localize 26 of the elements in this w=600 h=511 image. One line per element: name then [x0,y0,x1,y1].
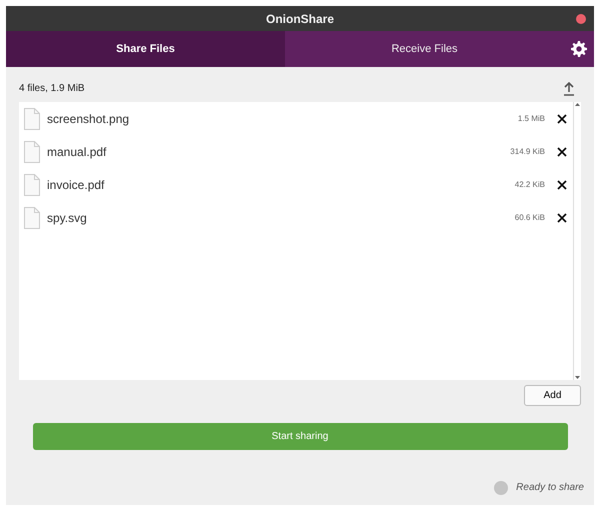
status-text: Ready to share [516,481,584,495]
window-title: OnionShare [266,10,334,28]
file-size: 314.9 KiB [510,146,545,158]
tab[interactable]: Share Files [6,31,285,67]
file-name: screenshot.png [47,110,130,128]
add-button[interactable]: Add [524,385,581,406]
tab[interactable]: Receive Files [285,31,564,67]
file-icon [23,172,41,196]
file-icon [23,106,41,130]
settings-button[interactable] [564,31,594,67]
scroll-down-icon[interactable] [574,374,581,380]
file-size: 1.5 MiB [518,112,545,124]
status-indicator-icon [494,480,508,494]
file-name: invoice.pdf [47,176,104,194]
scrollbar[interactable] [573,102,581,380]
file-name: spy.svg [47,210,87,226]
scroll-up-icon[interactable] [574,102,581,108]
file-name: manual.pdf [47,144,106,160]
file-size: 42.2 KiB [514,178,545,190]
file-icon [23,140,41,164]
file-summary: 4 files, 1.9 MiB [19,82,85,96]
file-size: 60.6 KiB [514,212,545,224]
close-button[interactable] [576,14,586,24]
gear-icon [571,41,587,57]
upload-icon[interactable] [563,82,575,96]
file-icon [23,206,41,230]
